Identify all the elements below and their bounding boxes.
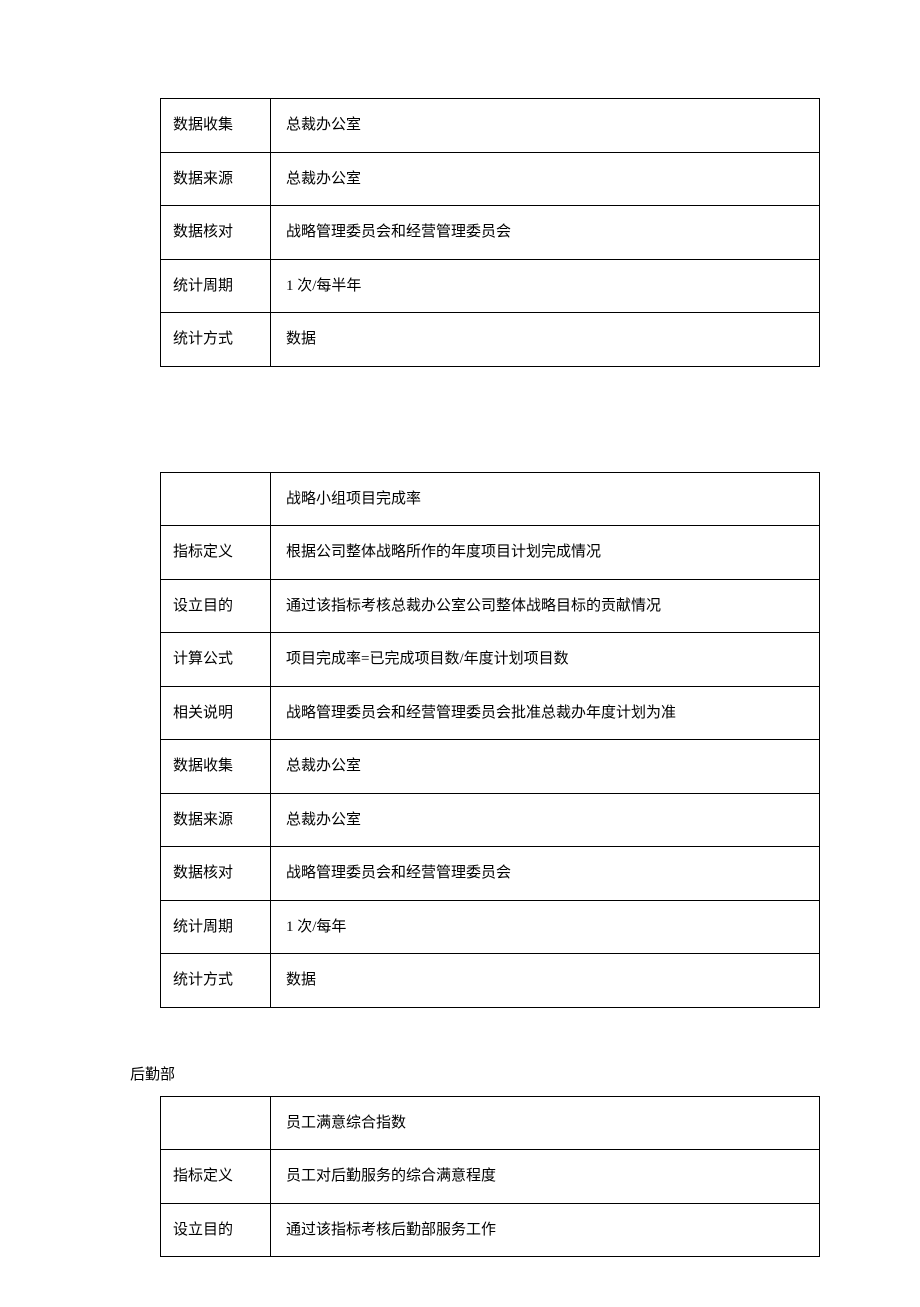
cell-label: 设立目的 (161, 1203, 271, 1257)
cell-value: 总裁办公室 (271, 152, 820, 206)
cell-value: 项目完成率=已完成项目数/年度计划项目数 (271, 633, 820, 687)
cell-label: 数据来源 (161, 793, 271, 847)
cell-label: 统计方式 (161, 954, 271, 1008)
cell-value: 通过该指标考核后勤部服务工作 (271, 1203, 820, 1257)
cell-label: 设立目的 (161, 579, 271, 633)
table-row: 相关说明 战略管理委员会和经营管理委员会批准总裁办年度计划为准 (161, 686, 820, 740)
cell-label (161, 1096, 271, 1150)
table-row: 设立目的 通过该指标考核后勤部服务工作 (161, 1203, 820, 1257)
section-heading: 后勤部 (130, 1063, 790, 1084)
cell-value: 数据 (271, 954, 820, 1008)
table-row: 指标定义 员工对后勤服务的综合满意程度 (161, 1150, 820, 1204)
cell-value: 数据 (271, 313, 820, 367)
table-row: 数据核对 战略管理委员会和经营管理委员会 (161, 847, 820, 901)
cell-label: 统计周期 (161, 259, 271, 313)
cell-value: 通过该指标考核总裁办公室公司整体战略目标的贡献情况 (271, 579, 820, 633)
table-row: 战略小组项目完成率 (161, 472, 820, 526)
cell-value: 总裁办公室 (271, 793, 820, 847)
table-row: 数据来源 总裁办公室 (161, 152, 820, 206)
table-row: 数据核对 战略管理委员会和经营管理委员会 (161, 206, 820, 260)
cell-value: 总裁办公室 (271, 99, 820, 153)
cell-value: 根据公司整体战略所作的年度项目计划完成情况 (271, 526, 820, 580)
table-row: 指标定义 根据公司整体战略所作的年度项目计划完成情况 (161, 526, 820, 580)
cell-label: 指标定义 (161, 526, 271, 580)
cell-label: 统计周期 (161, 900, 271, 954)
table-3: 员工满意综合指数 指标定义 员工对后勤服务的综合满意程度 设立目的 通过该指标考… (160, 1096, 820, 1258)
cell-value: 员工对后勤服务的综合满意程度 (271, 1150, 820, 1204)
cell-label (161, 472, 271, 526)
spacer (130, 1008, 790, 1063)
table-row: 员工满意综合指数 (161, 1096, 820, 1150)
table-row: 数据来源 总裁办公室 (161, 793, 820, 847)
cell-label: 数据核对 (161, 847, 271, 901)
table-row: 设立目的 通过该指标考核总裁办公室公司整体战略目标的贡献情况 (161, 579, 820, 633)
cell-value: 1 次/每半年 (271, 259, 820, 313)
cell-value: 战略管理委员会和经营管理委员会批准总裁办年度计划为准 (271, 686, 820, 740)
cell-label: 计算公式 (161, 633, 271, 687)
cell-value: 战略小组项目完成率 (271, 472, 820, 526)
table-row: 数据收集 总裁办公室 (161, 99, 820, 153)
table-row: 统计方式 数据 (161, 313, 820, 367)
cell-value: 总裁办公室 (271, 740, 820, 794)
table-row: 统计周期 1 次/每年 (161, 900, 820, 954)
cell-label: 相关说明 (161, 686, 271, 740)
cell-value: 1 次/每年 (271, 900, 820, 954)
cell-value: 战略管理委员会和经营管理委员会 (271, 847, 820, 901)
cell-value: 员工满意综合指数 (271, 1096, 820, 1150)
table-row: 数据收集 总裁办公室 (161, 740, 820, 794)
table-1: 数据收集 总裁办公室 数据来源 总裁办公室 数据核对 战略管理委员会和经营管理委… (160, 98, 820, 367)
cell-label: 数据来源 (161, 152, 271, 206)
cell-label: 指标定义 (161, 1150, 271, 1204)
cell-label: 数据收集 (161, 99, 271, 153)
cell-label: 数据核对 (161, 206, 271, 260)
table-row: 统计方式 数据 (161, 954, 820, 1008)
table-row: 统计周期 1 次/每半年 (161, 259, 820, 313)
cell-value: 战略管理委员会和经营管理委员会 (271, 206, 820, 260)
cell-label: 数据收集 (161, 740, 271, 794)
table-row: 计算公式 项目完成率=已完成项目数/年度计划项目数 (161, 633, 820, 687)
spacer (130, 367, 790, 472)
table-2: 战略小组项目完成率 指标定义 根据公司整体战略所作的年度项目计划完成情况 设立目… (160, 472, 820, 1008)
cell-label: 统计方式 (161, 313, 271, 367)
